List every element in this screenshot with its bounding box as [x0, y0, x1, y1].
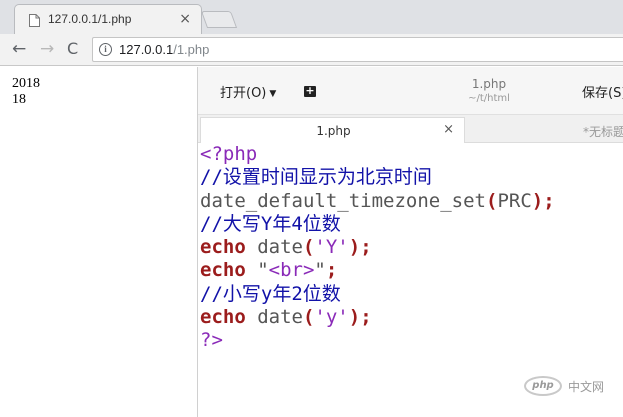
- forward-arrow-icon[interactable]: →: [40, 38, 54, 60]
- editor-tab-1php[interactable]: 1.php ×: [200, 117, 465, 143]
- php-logo: php: [524, 376, 562, 396]
- editor-tab-label: 1.php: [316, 124, 351, 138]
- code-line: echo date('y');: [200, 306, 623, 329]
- text-editor-window: 打开(O) ▼ + 1.php ~/t/html 保存(S) 1.php × *无…: [198, 67, 623, 417]
- code-token: echo: [200, 306, 246, 329]
- code-token: date: [245, 236, 303, 259]
- code-token: (: [485, 189, 498, 212]
- code-line: ?>: [200, 329, 623, 352]
- browser-toolbar: ← → C i 127.0.0.1/1.php: [0, 34, 623, 66]
- code-line: //小写y年2位数: [200, 283, 623, 306]
- code-token: date_default_timezone_set: [200, 189, 486, 212]
- code-token: ;: [325, 259, 338, 282]
- code-token: );: [348, 306, 372, 329]
- close-icon[interactable]: ×: [443, 122, 454, 137]
- url-host: 127.0.0.1: [119, 42, 174, 57]
- code-token: 'Y': [314, 236, 349, 259]
- code-line: //大写Y年4位数: [200, 213, 623, 236]
- chevron-down-icon: ▼: [269, 89, 277, 99]
- editor-file-title: 1.php ~/t/html: [454, 77, 524, 104]
- code-token: 'y': [314, 306, 349, 329]
- watermark: php 中文网: [524, 376, 616, 396]
- code-token: ": [245, 259, 269, 282]
- code-token: //设置时间显示为北京时间: [200, 166, 432, 189]
- code-token: );: [531, 189, 555, 212]
- open-menu-button[interactable]: 打开(O) ▼: [220, 82, 276, 101]
- tab-title: 127.0.0.1/1.php: [48, 12, 132, 26]
- url-text[interactable]: 127.0.0.1/1.php: [119, 42, 209, 57]
- info-icon[interactable]: i: [99, 43, 112, 56]
- code-token: ": [314, 259, 326, 282]
- code-token: echo: [200, 259, 246, 282]
- new-tab-button[interactable]: [200, 11, 238, 28]
- tab-close-icon[interactable]: ×: [179, 11, 191, 27]
- back-arrow-icon[interactable]: ←: [12, 38, 26, 60]
- code-line: echo "<br>";: [200, 259, 623, 282]
- address-bar[interactable]: i 127.0.0.1/1.php: [92, 37, 623, 62]
- code-token: date: [245, 306, 303, 329]
- editor-file-name: 1.php: [471, 77, 507, 91]
- code-token: echo: [200, 236, 246, 259]
- code-token: PRC: [497, 189, 532, 212]
- editor-tab-untitled[interactable]: *无标题: [468, 117, 623, 143]
- output-line-year-short: 18: [12, 92, 26, 107]
- code-token: (: [302, 236, 315, 259]
- page-icon: [29, 14, 40, 27]
- code-line: //设置时间显示为北京时间: [200, 166, 623, 189]
- code-token: <br>: [268, 259, 315, 282]
- code-token: (: [302, 306, 315, 329]
- code-token: //小写y年2位数: [200, 282, 341, 305]
- code-line: echo date('Y');: [200, 236, 623, 259]
- editor-toolbar: 打开(O) ▼ + 1.php ~/t/html 保存(S): [198, 67, 623, 115]
- open-label: 打开(O): [220, 86, 267, 101]
- url-path: /1.php: [173, 42, 210, 57]
- watermark-text: 中文网: [568, 380, 605, 394]
- editor-tab-bar: 1.php × *无标题: [198, 115, 623, 143]
- editor-tab-label: *无标题: [583, 125, 623, 139]
- code-line: <?php: [200, 143, 623, 166]
- code-token: //大写Y年4位数: [200, 212, 341, 235]
- new-document-icon[interactable]: +: [304, 85, 316, 97]
- browser-tab[interactable]: 127.0.0.1/1.php ×: [14, 4, 202, 34]
- code-area[interactable]: <?php//设置时间显示为北京时间 date_default_timezone_…: [200, 143, 623, 353]
- code-line: date_default_timezone_set(PRC);: [200, 190, 623, 213]
- code-token: <?php: [200, 143, 258, 165]
- browser-tab-strip: 127.0.0.1/1.php ×: [0, 0, 623, 34]
- page-output: 2018 18: [12, 76, 40, 108]
- save-button[interactable]: 保存(S): [582, 82, 623, 101]
- code-token: ?>: [200, 329, 223, 352]
- reload-icon[interactable]: C: [67, 38, 78, 60]
- output-line-year-full: 2018: [12, 76, 40, 91]
- editor-file-path: ~/t/html: [468, 93, 510, 104]
- code-token: );: [348, 236, 372, 259]
